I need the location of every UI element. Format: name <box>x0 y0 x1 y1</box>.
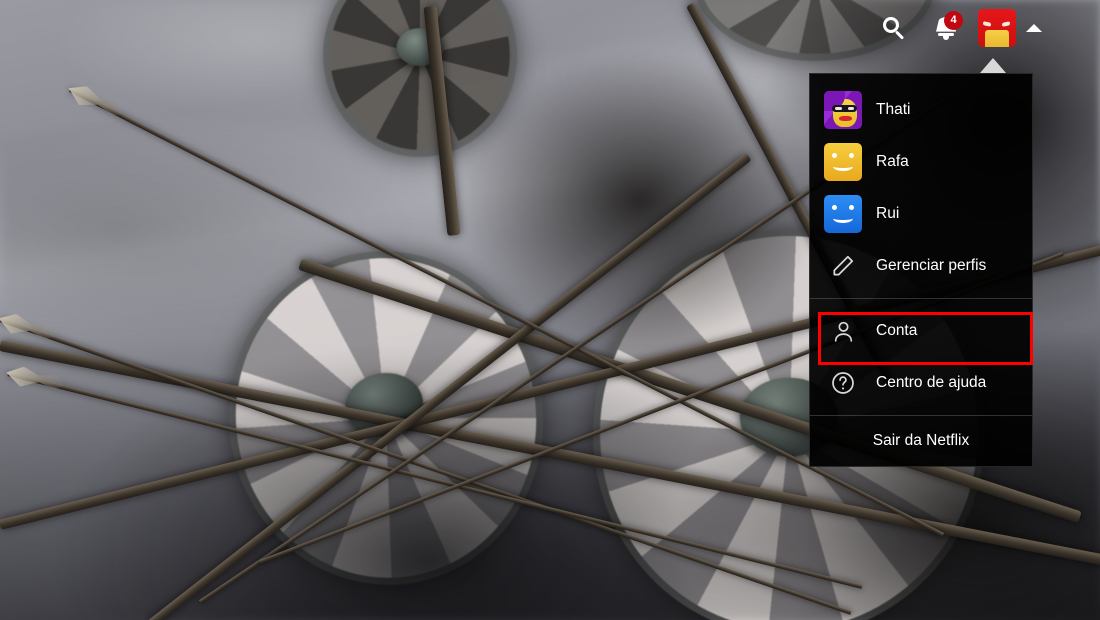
avatar-red-angry-icon <box>978 9 1016 47</box>
dropdown-pointer-icon <box>980 58 1006 73</box>
profile-item-thati[interactable]: Thati <box>810 84 1032 136</box>
person-icon <box>824 312 862 350</box>
profile-menu-button[interactable] <box>972 0 1042 56</box>
search-button[interactable] <box>868 0 920 56</box>
menu-item-label: Centro de ajuda <box>876 374 987 391</box>
profile-name: Rui <box>876 205 900 222</box>
profile-list: Thati Rafa Rui Gerenciar perfis <box>810 74 1032 298</box>
question-circle-icon <box>824 364 862 402</box>
caret-up-icon <box>1026 24 1042 32</box>
notification-badge: 4 <box>944 11 963 30</box>
bell-icon: 4 <box>934 11 963 41</box>
account-actions: Conta Centro de ajuda <box>810 299 1032 415</box>
pencil-icon <box>824 247 862 285</box>
menu-item-manage-profiles[interactable]: Gerenciar perfis <box>810 240 1032 292</box>
profile-name: Rafa <box>876 153 909 170</box>
header-toolbar: 4 <box>868 0 1100 56</box>
menu-item-account[interactable]: Conta <box>810 305 1032 357</box>
profile-dropdown-menu: Thati Rafa Rui Gerenciar perfis Conta Ce… <box>809 73 1033 467</box>
menu-item-sign-out[interactable]: Sair da Netflix <box>810 416 1032 466</box>
menu-item-label: Conta <box>876 322 918 339</box>
search-icon <box>883 17 905 40</box>
profile-item-rafa[interactable]: Rafa <box>810 136 1032 188</box>
menu-item-help-center[interactable]: Centro de ajuda <box>810 357 1032 409</box>
profile-name: Thati <box>876 101 911 118</box>
avatar-purple-masked-icon <box>824 91 862 129</box>
notifications-button[interactable]: 4 <box>920 0 972 56</box>
avatar-yellow-smiley-icon <box>824 143 862 181</box>
screen: 4 Thati Rafa Rui Gerenciar perfis Conta … <box>0 0 1100 620</box>
avatar-blue-smiley-icon <box>824 195 862 233</box>
profile-item-rui[interactable]: Rui <box>810 188 1032 240</box>
menu-item-label: Gerenciar perfis <box>876 257 987 274</box>
